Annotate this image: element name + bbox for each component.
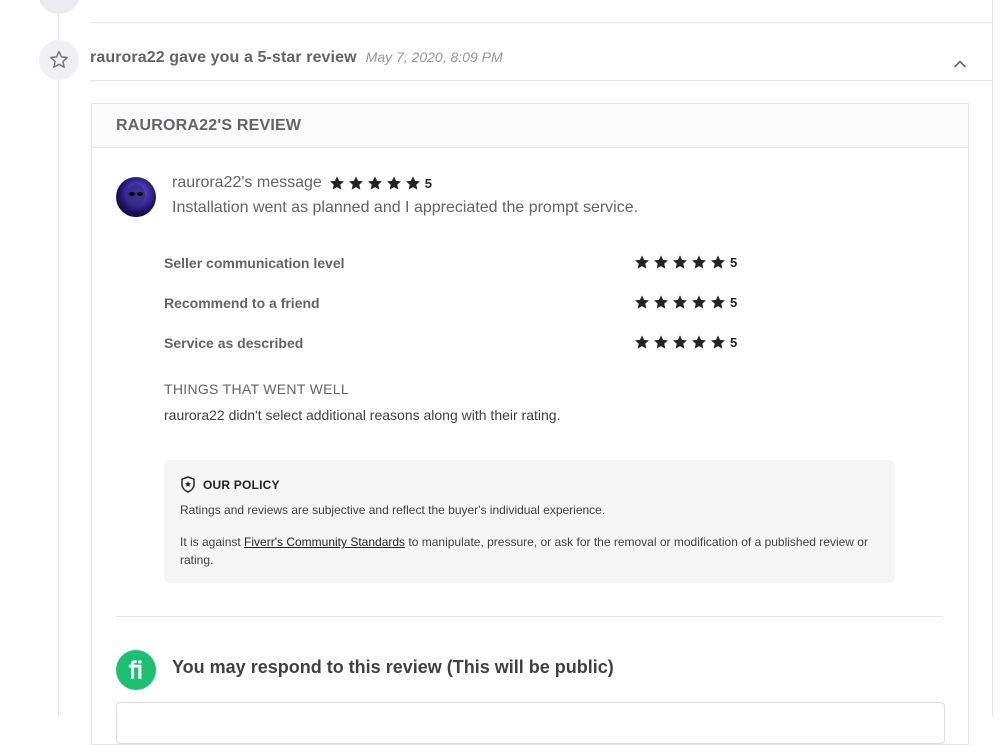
- star-icon: [367, 175, 382, 190]
- went-well-title: THINGS THAT WENT WELL: [164, 381, 349, 397]
- respond-title: You may respond to this review (This wil…: [172, 657, 614, 677]
- policy-text: It is against Fiverr's Community Standar…: [180, 533, 880, 569]
- response-input[interactable]: [116, 702, 945, 744]
- criterion-row: Recommend to a friend 5: [164, 293, 924, 313]
- star-icon: [673, 335, 687, 349]
- review-text: Installation went as planned and I appre…: [172, 199, 639, 216]
- policy-text-prefix: It is against: [180, 535, 241, 549]
- star-icon: [711, 295, 725, 309]
- chevron-up-icon: [953, 60, 967, 68]
- review-card: RAURORA22'S REVIEW raurora22's message 5…: [91, 103, 969, 745]
- star-rating: 5: [633, 254, 737, 271]
- star-icon: [692, 255, 706, 269]
- event-header: raurora22 gave you a 5-star review May 7…: [90, 49, 503, 67]
- rating-value: 5: [730, 295, 738, 310]
- star-icon: [711, 255, 725, 269]
- criterion-label: Service as described: [164, 335, 304, 351]
- rating-value: 5: [730, 255, 738, 270]
- criterion-label: Seller communication level: [164, 255, 345, 271]
- star-icon: [654, 255, 668, 269]
- star-rating: 5: [633, 334, 737, 351]
- star-icon: [692, 335, 706, 349]
- collapse-button[interactable]: [950, 54, 970, 74]
- review-card-title: RAURORA22'S REVIEW: [116, 116, 302, 134]
- criterion-row: Service as described 5: [164, 333, 924, 353]
- star-icon: [635, 255, 649, 269]
- review-card-header: RAURORA22'S REVIEW: [92, 104, 968, 148]
- star-icon: [654, 295, 668, 309]
- policy-box: OUR POLICY Ratings and reviews are subje…: [164, 460, 895, 583]
- panel-border: [992, 0, 993, 717]
- previous-event-icon: [39, 0, 79, 14]
- criterion-row: Seller communication level 5: [164, 253, 924, 273]
- star-icon: [654, 335, 668, 349]
- reviewer-message-label: raurora22's message: [172, 174, 322, 191]
- rating-value: 5: [424, 175, 433, 191]
- star-icon: [692, 295, 706, 309]
- star-icon: [386, 175, 401, 190]
- policy-header: OUR POLICY: [180, 476, 280, 493]
- review-message-header: raurora22's message 5: [172, 174, 432, 192]
- policy-text: Ratings and reviews are subjective and r…: [180, 503, 606, 517]
- fiverr-logo-icon: [116, 650, 156, 690]
- star-rating: 5: [328, 175, 432, 192]
- star-rating: 5: [633, 294, 737, 311]
- went-well-text: raurora22 didn't select additional reaso…: [164, 407, 561, 423]
- star-outline-icon: [39, 40, 79, 80]
- divider: [90, 22, 992, 23]
- star-icon: [635, 335, 649, 349]
- divider: [116, 616, 943, 617]
- star-icon: [711, 335, 725, 349]
- star-icon: [329, 175, 344, 190]
- star-icon: [635, 295, 649, 309]
- star-icon: [348, 175, 363, 190]
- reviewer-avatar[interactable]: [116, 177, 156, 217]
- star-icon: [673, 255, 687, 269]
- shield-star-icon: [181, 476, 195, 493]
- star-icon: [405, 175, 420, 190]
- policy-title: OUR POLICY: [203, 477, 280, 492]
- rating-value: 5: [730, 335, 738, 350]
- criterion-label: Recommend to a friend: [164, 295, 320, 311]
- event-title: raurora22 gave you a 5-star review: [90, 49, 357, 66]
- divider: [90, 80, 992, 81]
- community-standards-link[interactable]: Fiverr's Community Standards: [244, 535, 405, 549]
- star-icon: [673, 295, 687, 309]
- timeline-line: [58, 0, 59, 717]
- event-timestamp: May 7, 2020, 8:09 PM: [365, 49, 503, 65]
